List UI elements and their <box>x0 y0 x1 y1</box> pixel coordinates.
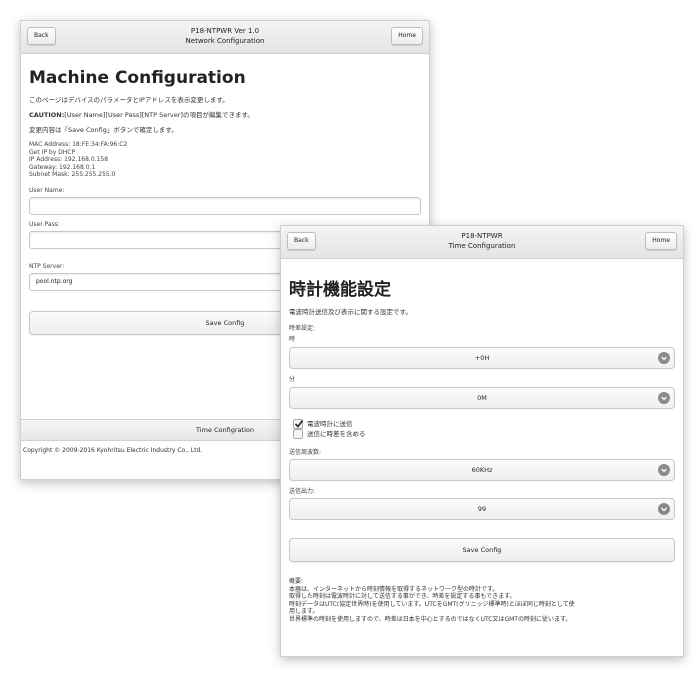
summary-section: 概要: 本器は、インターネットから時刻情報を取得するネットワーク型の時計です。 … <box>289 578 675 623</box>
caution-prefix: CAUTION: <box>29 111 65 119</box>
intro-text: 電波時計送信及び表示に関する設定です。 <box>289 308 412 316</box>
hour-select[interactable]: +0H <box>289 347 675 369</box>
caution-body: [User Name][User Pass][NTP Server]の項目が編集… <box>64 111 254 119</box>
header-subtitle: Network Configuration <box>185 37 265 45</box>
subnet-mask: Subnet Mask: 255.255.255.0 <box>29 171 116 178</box>
header-title: P18-NTPWR Ver 1.0 <box>190 27 260 35</box>
header-title-block: P18-NTPWR Time Configuration <box>281 231 683 251</box>
frequency-value: 60KHz <box>471 466 493 474</box>
device-info: MAC Address: 18:FE:34:FA:96:C2 Get IP by… <box>29 141 421 179</box>
chevron-down-icon <box>658 503 670 515</box>
time-config-window: Back P18-NTPWR Time Configuration Home 時… <box>280 225 684 657</box>
home-button[interactable]: Home <box>391 27 423 45</box>
dhcp-status: Get IP by DHCP <box>29 148 76 156</box>
frequency-label: 送信周波数: <box>289 449 322 456</box>
ip-address: IP Address: 192.168.0.158 <box>29 156 109 163</box>
summary-line: 本器は、インターネットから時刻情報を取得するネットワーク型の時計です。 <box>289 585 499 593</box>
header-title: P18-NTPWR <box>461 232 503 240</box>
hour-label: 時 <box>289 336 296 343</box>
header-bar: Back P18-NTPWR Ver 1.0 Network Configura… <box>21 21 429 54</box>
user-name-label: User Name: <box>29 186 65 194</box>
power-value: 99 <box>477 505 487 513</box>
page-title: Machine Configuration <box>29 68 246 88</box>
checkbox-unchecked-icon <box>293 429 303 439</box>
home-button[interactable]: Home <box>645 232 677 250</box>
header-bar: Back P18-NTPWR Time Configuration Home <box>281 226 683 259</box>
save-config-button[interactable]: Save Config <box>289 538 675 562</box>
checkbox-group: 電波時計に送信 送信に時差を含める <box>289 419 675 439</box>
header-subtitle: Time Configuration <box>448 242 516 250</box>
minute-select[interactable]: 0M <box>289 387 675 409</box>
chevron-down-icon <box>658 352 670 364</box>
summary-line: 時刻データはUTC(協定世界時)を使用しています。UTCをGMT(グリニッジ標準… <box>289 600 575 608</box>
include-offset-label: 送信に時差を含める <box>307 430 366 438</box>
intro-text: このページはデバイスのパラメータとIPアドレスを表示変更します。 <box>29 96 229 104</box>
chevron-down-icon <box>658 464 670 476</box>
send-to-clock-label: 電波時計に送信 <box>307 420 353 428</box>
caution-text: CAUTION:[User Name][User Pass][NTP Serve… <box>29 111 421 120</box>
page-title: 時計機能設定 <box>289 280 391 300</box>
checkbox-checked-icon <box>293 419 304 429</box>
summary-title: 概要: <box>289 578 304 585</box>
offset-label: 時差設定: <box>289 325 316 332</box>
summary-line: 取得した時刻は電波時計に対して送信する事ができ、時差を設定する事もできます。 <box>289 593 516 600</box>
confirm-text: 変更内容は「Save Config」ボタンで確定します。 <box>29 126 178 134</box>
minute-value: 0M <box>477 394 487 402</box>
include-offset-checkbox[interactable]: 送信に時差を含める <box>293 429 675 439</box>
power-select[interactable]: 99 <box>289 498 675 520</box>
power-label: 送信出力: <box>289 488 316 495</box>
hour-value: +0H <box>474 354 490 362</box>
mac-address: MAC Address: 18:FE:34:FA:96:C2 <box>29 141 128 148</box>
summary-line: 世界標準の時刻を使用しますので、時差は日本を中心とするのではなくUTC又はGMT… <box>289 615 572 623</box>
gateway: Gateway: 192.168.0.1 <box>29 163 96 171</box>
user-name-input[interactable] <box>29 196 421 215</box>
send-to-clock-checkbox[interactable]: 電波時計に送信 <box>293 419 675 429</box>
chevron-down-icon <box>658 392 670 404</box>
minute-label: 分 <box>289 376 296 383</box>
summary-line: 用します。 <box>289 608 319 615</box>
header-title-block: P18-NTPWR Ver 1.0 Network Configuration <box>21 26 429 46</box>
frequency-select[interactable]: 60KHz <box>289 459 675 481</box>
main-content: 時計機能設定 電波時計送信及び表示に関する設定です。 時差設定: 時 +0H 分… <box>281 275 683 623</box>
